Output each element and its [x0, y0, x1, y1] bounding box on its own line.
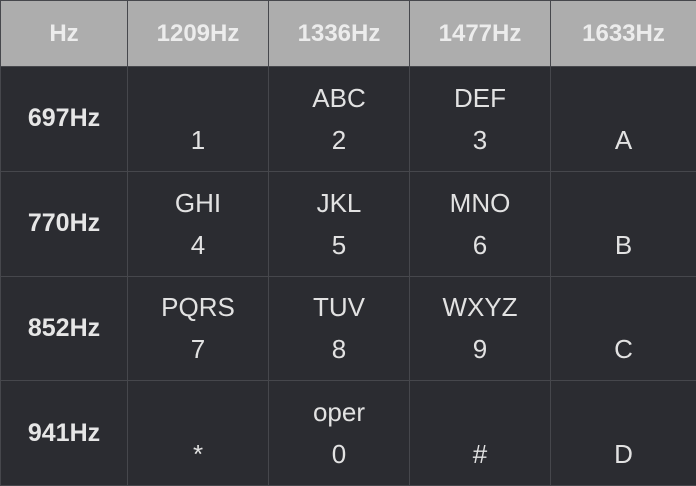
key-digit: *: [192, 439, 204, 470]
key-letters: JKL: [316, 187, 362, 218]
key-cell-a: A: [550, 66, 696, 172]
header-cell-1209hz: 1209Hz: [127, 0, 269, 67]
key-letters: oper: [312, 397, 366, 428]
key-letters: MNO: [449, 187, 511, 218]
key-cell-0: oper 0: [268, 380, 410, 486]
key-letters: DEF: [454, 82, 506, 113]
row-label-852hz: 852Hz: [0, 275, 128, 382]
row-label-941hz: 941Hz: [0, 380, 128, 486]
key-digit: A: [614, 124, 633, 155]
header-cell-hz: Hz: [0, 0, 128, 67]
key-digit: 3: [472, 124, 488, 155]
key-cell-4: GHI 4: [127, 170, 269, 277]
key-digit: C: [614, 334, 633, 365]
key-digit: #: [472, 439, 488, 470]
table-body: 697Hz 1 ABC 2 DEF 3 A 770Hz GHI 4 JKL 5 MNO 6…: [0, 66, 696, 486]
key-digit: 2: [331, 124, 347, 155]
key-cell-6: MNO 6: [409, 170, 551, 277]
key-digit: B: [614, 229, 633, 260]
key-cell-8: TUV 8: [268, 275, 410, 382]
key-digit: 8: [331, 334, 347, 365]
key-digit: 9: [472, 334, 488, 365]
header-row: Hz 1209Hz 1336Hz 1477Hz 1633Hz: [0, 0, 696, 67]
header-cell-1336hz: 1336Hz: [268, 0, 410, 67]
dtmf-frequency-table: Hz 1209Hz 1336Hz 1477Hz 1633Hz 697Hz 1 A…: [0, 0, 696, 486]
key-cell-7: PQRS 7: [127, 275, 269, 382]
header-cell-1477hz: 1477Hz: [409, 0, 551, 67]
table-row: 941Hz * oper 0 # D: [0, 380, 696, 486]
key-letters: ABC: [312, 82, 366, 113]
key-cell-hash: #: [409, 380, 551, 486]
key-digit: 0: [331, 439, 347, 470]
key-digit: D: [614, 439, 633, 470]
key-digit: 6: [472, 229, 488, 260]
table-header: Hz 1209Hz 1336Hz 1477Hz 1633Hz: [0, 0, 696, 67]
header-cell-1633hz: 1633Hz: [550, 0, 696, 67]
key-cell-2: ABC 2: [268, 66, 410, 172]
key-letters: GHI: [174, 187, 222, 218]
key-cell-b: B: [550, 170, 696, 277]
key-cell-1: 1: [127, 66, 269, 172]
key-cell-9: WXYZ 9: [409, 275, 551, 382]
key-digit: 7: [190, 334, 206, 365]
key-cell-d: D: [550, 380, 696, 486]
key-cell-star: *: [127, 380, 269, 486]
key-cell-5: JKL 5: [268, 170, 410, 277]
key-digit: 5: [331, 229, 347, 260]
key-letters: PQRS: [161, 292, 235, 323]
key-cell-c: C: [550, 275, 696, 382]
table-row: 852Hz PQRS 7 TUV 8 WXYZ 9 C: [0, 275, 696, 382]
row-label-697hz: 697Hz: [0, 66, 128, 172]
key-letters: TUV: [313, 292, 365, 323]
key-cell-3: DEF 3: [409, 66, 551, 172]
table-row: 697Hz 1 ABC 2 DEF 3 A: [0, 66, 696, 172]
key-letters: WXYZ: [442, 292, 518, 323]
key-digit: 4: [190, 229, 206, 260]
table-row: 770Hz GHI 4 JKL 5 MNO 6 B: [0, 170, 696, 277]
key-digit: 1: [190, 124, 206, 155]
row-label-770hz: 770Hz: [0, 170, 128, 277]
